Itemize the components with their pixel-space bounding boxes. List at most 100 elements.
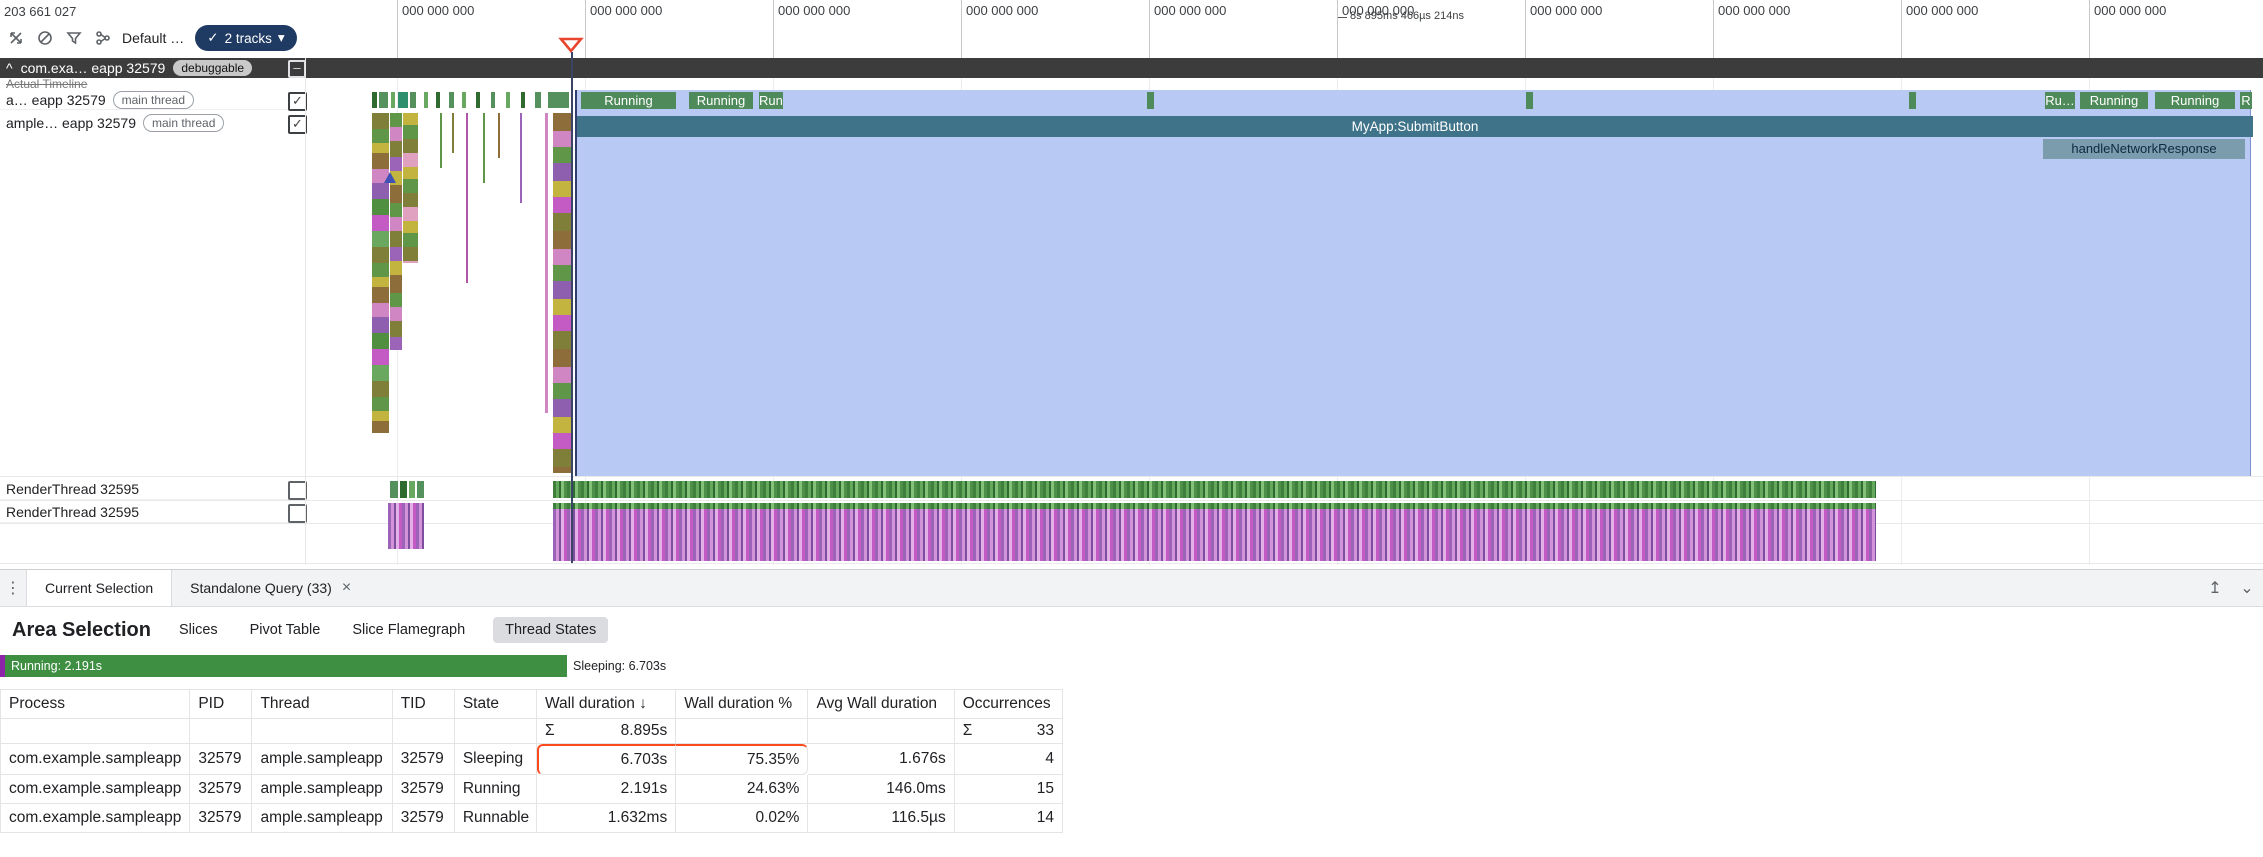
table-row-sleeping[interactable]: com.example.sampleapp 32579 ample.sample…	[0, 744, 1063, 775]
thin-slice[interactable]	[452, 113, 454, 153]
track-shell-renderthread-slices[interactable]: RenderThread 32595	[0, 502, 305, 523]
table-row-runnable[interactable]: com.example.sampleapp 32579 ample.sample…	[0, 804, 1063, 833]
running-slice[interactable]: Running	[2155, 92, 2235, 109]
thin-slice[interactable]	[483, 113, 485, 183]
ruler-tick-label: 000 000 000	[2094, 3, 2166, 18]
ruler-tick	[1149, 0, 1150, 58]
table-row-running[interactable]: com.example.sampleapp 32579 ample.sample…	[0, 775, 1063, 804]
tab-thread-states[interactable]: Thread States	[493, 617, 608, 643]
drag-handle-icon[interactable]: ⋮	[0, 570, 26, 606]
flame-slices-strip[interactable]	[553, 113, 571, 473]
process-group-header[interactable]: ^ com.exa… eapp 32579 debuggable	[0, 58, 2263, 78]
sort-desc-icon[interactable]: ↓	[639, 695, 647, 712]
running-slice[interactable]	[1526, 92, 1533, 109]
collapse-panel-icon[interactable]: ⌄	[2231, 570, 2263, 606]
col-pid[interactable]: PID	[190, 689, 252, 719]
dense-slices[interactable]	[553, 509, 1876, 561]
tab-pivot-table[interactable]: Pivot Table	[246, 617, 325, 643]
expand-panel-icon[interactable]: ↥	[2199, 570, 2231, 606]
ruler-tick	[2089, 0, 2090, 58]
tracks-filter-button[interactable]: ✓ 2 tracks ▾	[195, 25, 296, 51]
thread-state-slice[interactable]	[476, 92, 480, 108]
submit-button-slice[interactable]: MyApp:SubmitButton	[577, 116, 2253, 137]
running-slice[interactable]	[1147, 92, 1154, 109]
thread-state-slice[interactable]	[398, 92, 408, 108]
thin-slice[interactable]	[520, 113, 522, 203]
col-tid[interactable]: TID	[393, 689, 455, 719]
col-occurrences[interactable]: Occurrences	[955, 689, 1063, 719]
ruler-tick-label: 000 000 000	[1154, 3, 1226, 18]
share-icon[interactable]	[93, 28, 113, 48]
tab-slices[interactable]: Slices	[175, 617, 222, 643]
filter-icon[interactable]	[64, 28, 84, 48]
running-slice[interactable]: Running	[2080, 92, 2148, 109]
tab-standalone-query[interactable]: Standalone Query (33) ×	[172, 570, 369, 606]
thread-state-slice[interactable]	[462, 92, 466, 108]
col-wall-duration-pct[interactable]: Wall duration %	[676, 689, 808, 719]
col-avg-wall-duration[interactable]: Avg Wall duration	[808, 689, 954, 719]
ruler-tick-label: 000 000 000	[1530, 3, 1602, 18]
timeline-section: 203 661 027 000 000 000 000 000 000 000 …	[0, 0, 2263, 569]
hidden-track-row[interactable]: Actual Timeline	[0, 78, 305, 90]
total-wall-duration: Σ8.895s	[537, 719, 676, 744]
running-slice[interactable]: Run…	[759, 92, 783, 109]
flame-slices-strip[interactable]	[390, 113, 402, 350]
thin-slice[interactable]	[498, 113, 500, 158]
col-process[interactable]: Process	[0, 689, 190, 719]
running-slice[interactable]	[1909, 92, 1916, 109]
details-panel: ⋮ Current Selection Standalone Query (33…	[0, 569, 2263, 857]
thread-state-slice[interactable]	[390, 481, 398, 498]
main-thread-badge: main thread	[143, 114, 224, 132]
close-tab-icon[interactable]: ×	[342, 579, 351, 597]
thread-state-slice[interactable]	[417, 481, 424, 498]
track-shell-renderthread-states[interactable]: RenderThread 32595	[0, 479, 305, 500]
tab-slice-flamegraph[interactable]: Slice Flamegraph	[348, 617, 469, 643]
flame-slices-strip[interactable]	[403, 113, 418, 263]
thread-state-slice[interactable]	[410, 92, 416, 108]
track-shell-main-thread-states[interactable]: a… eapp 32579 main thread	[0, 90, 305, 110]
running-slice[interactable]: Running	[689, 92, 753, 109]
thread-state-slice[interactable]	[379, 92, 388, 108]
area-selection-header: Area Selection Slices Pivot Table Slice …	[12, 617, 2263, 643]
thin-slice[interactable]	[440, 113, 442, 168]
sigma-icon: Σ	[545, 722, 555, 740]
thread-state-slice[interactable]	[449, 92, 454, 108]
handle-network-response-slice[interactable]: handleNetworkResponse	[2043, 139, 2245, 159]
thread-state-slice[interactable]	[436, 92, 440, 108]
ruler-tick-label: 000 000 000	[966, 3, 1038, 18]
deselect-icon[interactable]	[35, 28, 55, 48]
thread-state-slice[interactable]	[506, 92, 510, 108]
thread-state-slice[interactable]	[548, 92, 569, 108]
thread-state-slice[interactable]	[372, 92, 377, 108]
thread-state-slice[interactable]	[424, 92, 428, 108]
col-thread[interactable]: Thread	[252, 689, 392, 719]
dense-slices[interactable]	[388, 503, 424, 549]
selection-marker-line[interactable]	[571, 52, 573, 563]
dense-thread-state-slices[interactable]	[553, 481, 1876, 498]
pan-zoom-icon[interactable]	[6, 28, 26, 48]
thread-state-slice[interactable]	[391, 92, 395, 108]
sleeping-bar-segment: Sleeping: 6.703s	[573, 655, 666, 677]
running-slice[interactable]: R	[2240, 92, 2252, 109]
thread-state-slice[interactable]	[491, 92, 495, 108]
thin-slice[interactable]	[466, 113, 468, 283]
area-selection-overlay[interactable]: Running Running Run… Ru… Running Running…	[575, 90, 2251, 476]
collapse-caret-icon[interactable]: ^	[6, 60, 13, 76]
running-slice[interactable]: Running	[581, 92, 676, 109]
total-occurrences: Σ33	[955, 719, 1063, 744]
thread-state-slice[interactable]	[409, 481, 415, 498]
col-state[interactable]: State	[455, 689, 537, 719]
workspace-selector[interactable]: Default …	[122, 30, 184, 46]
sidebar-divider	[305, 58, 306, 565]
tab-current-selection[interactable]: Current Selection	[26, 570, 172, 606]
thread-state-slice[interactable]	[521, 92, 525, 108]
running-slice[interactable]: Ru…	[2045, 92, 2075, 109]
thin-slice[interactable]	[545, 113, 548, 413]
thread-state-slice[interactable]	[400, 481, 407, 498]
collapse-group-icon[interactable]: –	[288, 60, 306, 78]
track-shell-main-thread-slices[interactable]: ample… eapp 32579 main thread	[0, 113, 305, 133]
thread-state-slice[interactable]	[535, 92, 541, 108]
ruler-tick-label: 000 000 000	[402, 3, 474, 18]
flame-slices-strip[interactable]	[372, 113, 389, 433]
col-wall-duration[interactable]: Wall duration ↓	[537, 689, 676, 719]
